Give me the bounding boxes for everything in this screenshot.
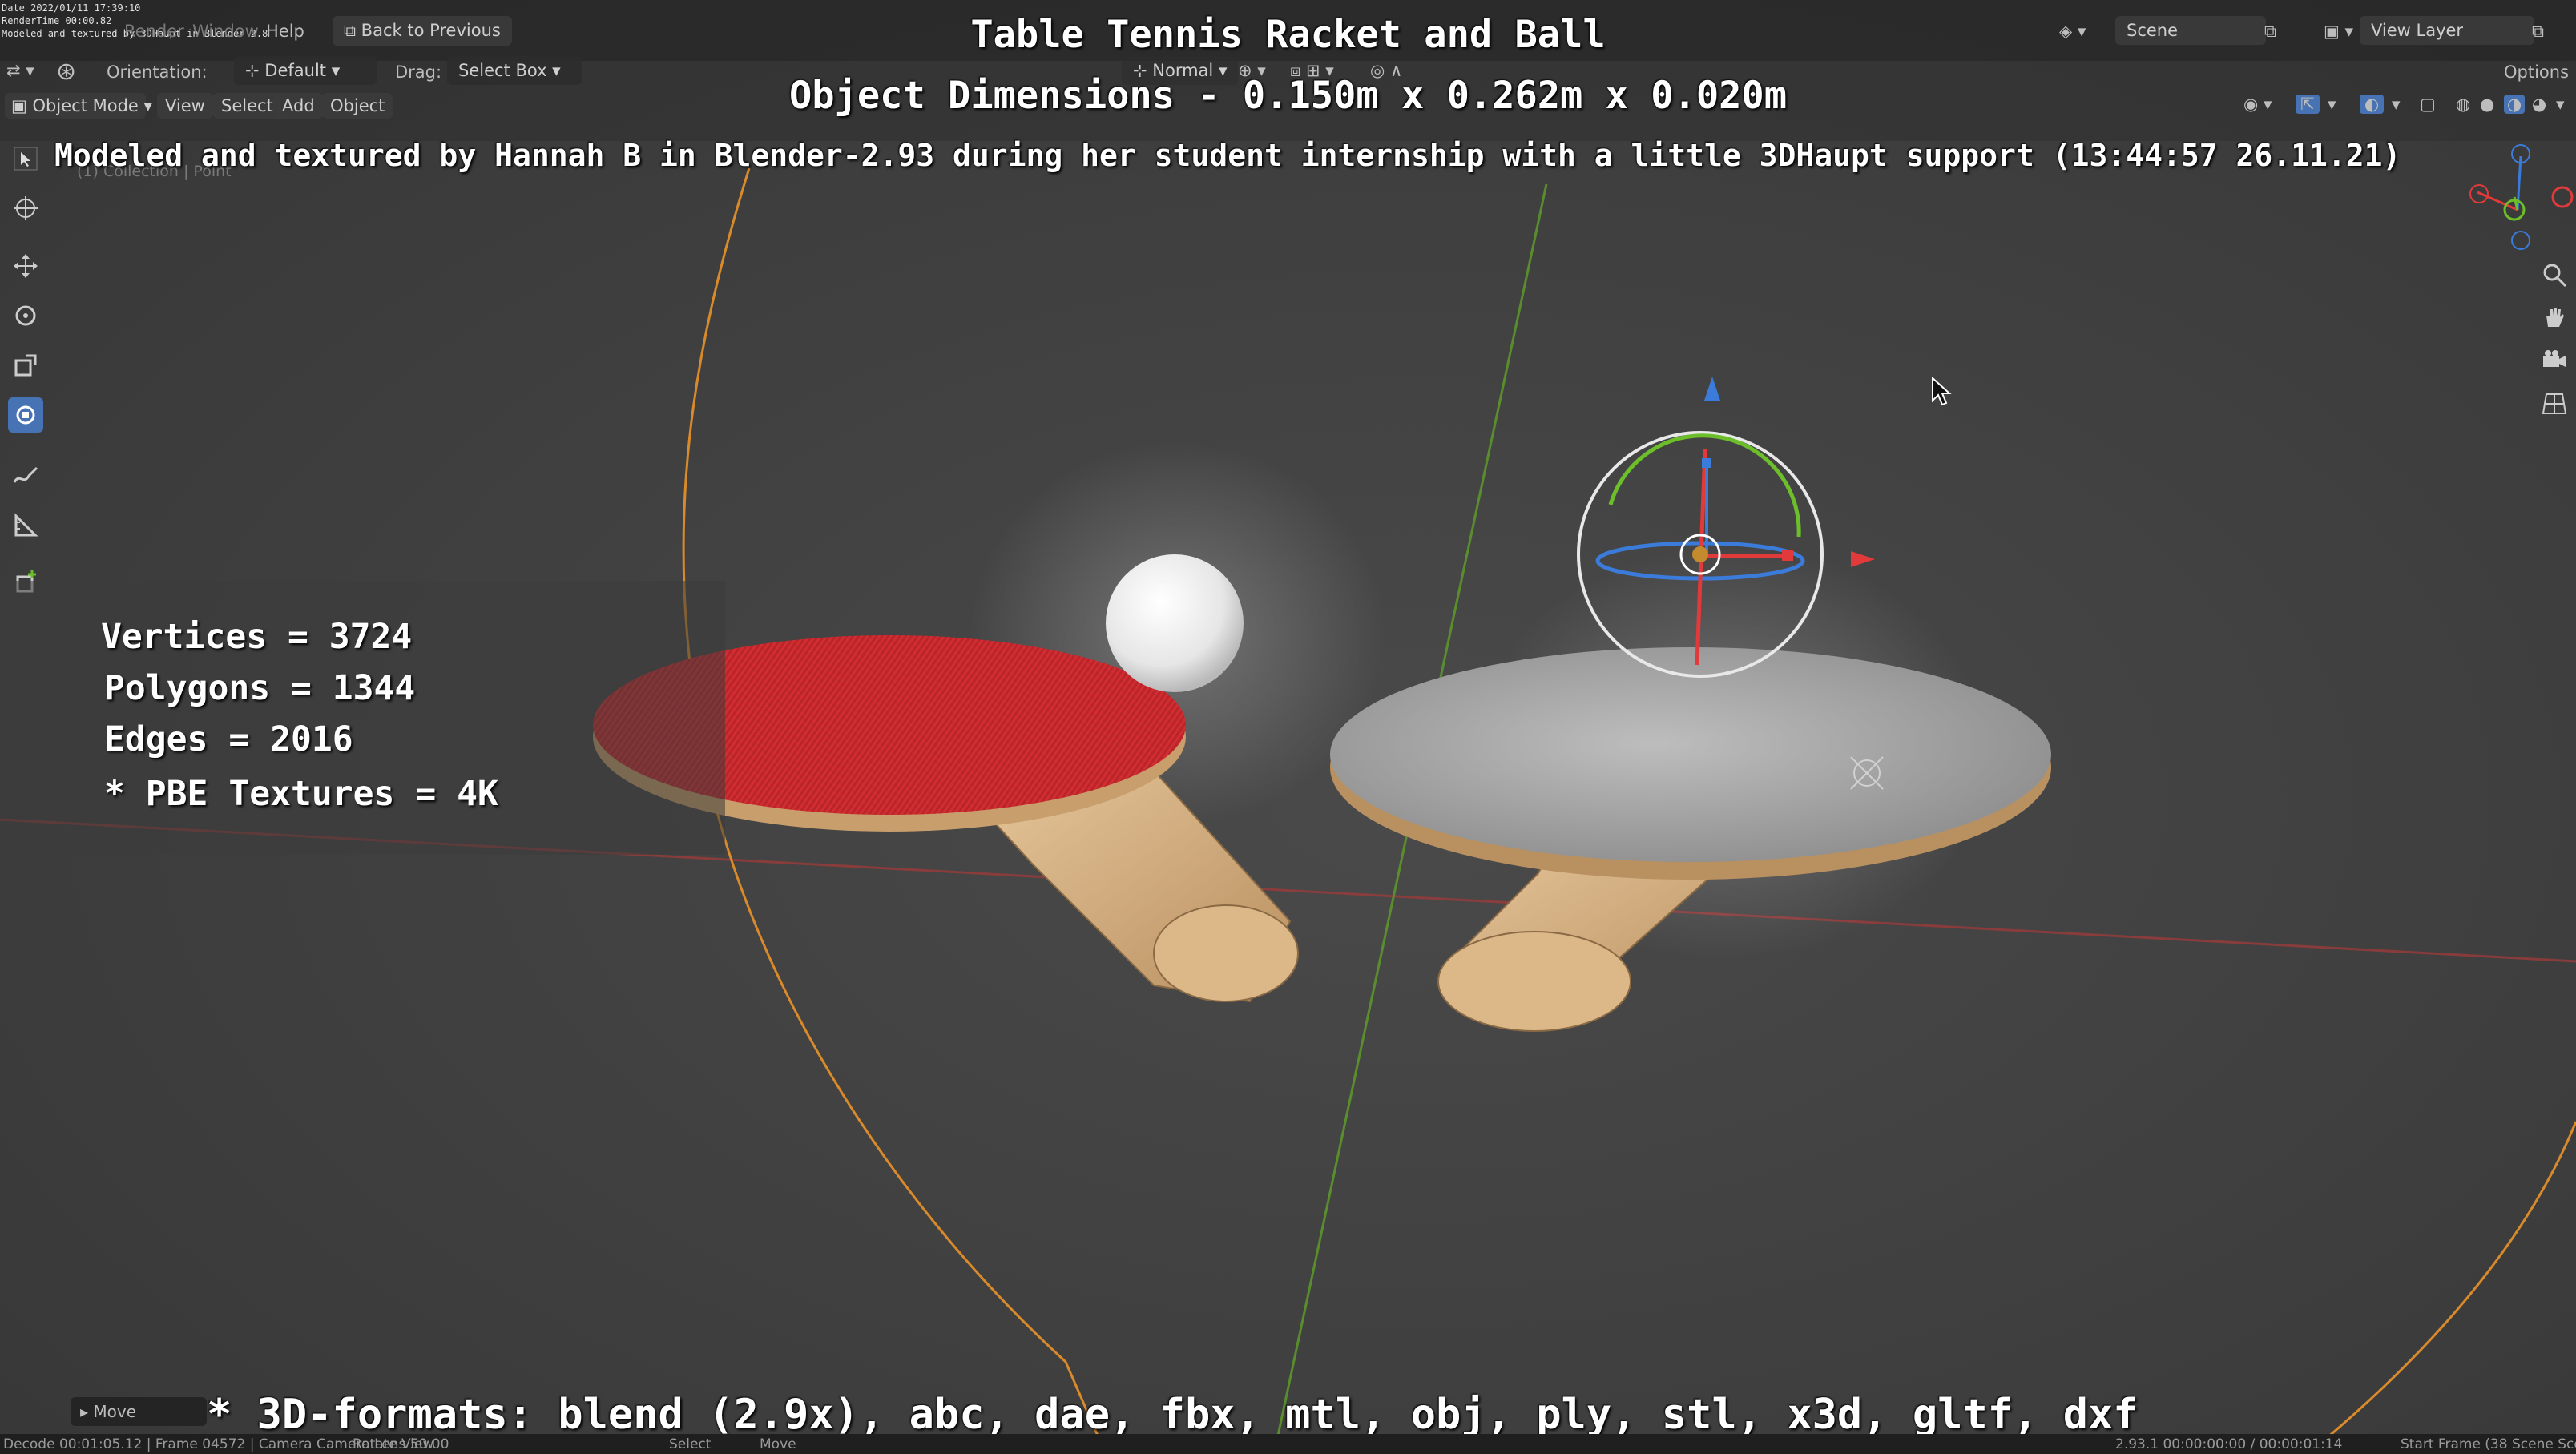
navigation-gizmo	[2469, 144, 2574, 250]
stat-vertices: Vertices = 3724	[101, 617, 413, 657]
annotate-tool[interactable]	[8, 458, 43, 493]
status-rotate-view: Rotate View	[353, 1436, 434, 1452]
mouse-pointer-icon	[1932, 377, 1952, 406]
stat-textures: * PBE Textures = 4K	[104, 774, 498, 814]
camera-path-right	[2307, 1121, 2576, 1454]
status-bar: Decode 00:01:05.12 | Frame 04572 | Camer…	[0, 1434, 2576, 1454]
status-scene: Scene Scene	[2512, 1436, 2576, 1452]
grey-racket	[1330, 647, 2051, 1032]
ping-pong-ball	[1106, 554, 1244, 692]
rotate-icon	[15, 305, 36, 326]
annotate-pen-icon	[13, 466, 38, 483]
select-tool[interactable]	[8, 141, 43, 176]
transform-tool[interactable]	[8, 397, 43, 433]
status-move: Move	[760, 1436, 796, 1452]
cursor-icon	[14, 196, 38, 220]
scale-icon	[14, 354, 37, 377]
status-select: Select	[669, 1436, 712, 1452]
last-operator-label: ▸ Move	[80, 1402, 137, 1421]
title-overlay: Table Tennis Racket and Ball	[970, 13, 1606, 57]
stat-polygons: Polygons = 1344	[104, 668, 416, 708]
measure-ruler-icon	[14, 513, 38, 537]
dimensions-overlay: Object Dimensions - 0.150m x 0.262m x 0.…	[788, 74, 1788, 118]
credit-overlay: Modeled and textured by Hannah B in Blen…	[54, 138, 2401, 173]
measure-tool[interactable]	[8, 508, 43, 543]
move-tool[interactable]	[8, 248, 43, 284]
stat-edges: Edges = 2016	[104, 719, 353, 759]
transform-icon	[16, 405, 35, 425]
move-icon	[14, 254, 38, 278]
perspective-grid-icon[interactable]	[2540, 389, 2569, 418]
status-version: 2.93.1 00:00:00:00 / 00:00:01:14	[2115, 1436, 2343, 1452]
rotate-tool[interactable]	[8, 298, 43, 333]
camera-view-icon[interactable]	[2540, 346, 2569, 375]
scale-tool[interactable]	[8, 348, 43, 383]
pan-hand-icon[interactable]	[2540, 303, 2569, 332]
zoom-icon[interactable]	[2540, 260, 2569, 289]
3d-viewport[interactable]: Date 2022/01/11 17:39:10 RenderTime 00:0…	[0, 0, 2576, 1454]
status-start-frame: Start Frame (38	[2401, 1436, 2508, 1452]
select-cursor-icon	[14, 147, 38, 171]
formats-overlay: * 3D-formats: blend (2.9x), abc, dae, fb…	[207, 1391, 2139, 1439]
cursor-tool[interactable]	[8, 191, 43, 226]
last-operator-name: Move	[93, 1402, 137, 1421]
last-operator-panel[interactable]: ▸ Move	[71, 1397, 207, 1426]
